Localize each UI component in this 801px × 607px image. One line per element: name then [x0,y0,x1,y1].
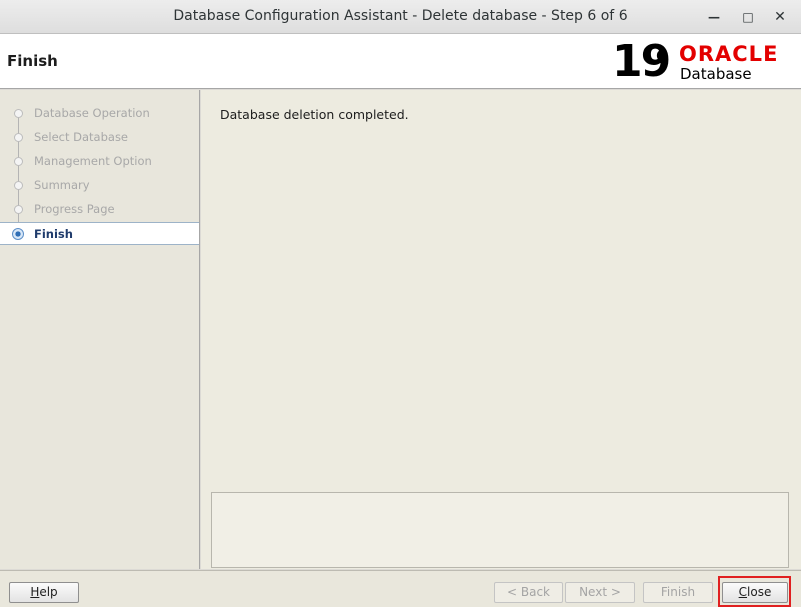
sidebar-item-label: Finish [34,227,73,241]
back-button[interactable]: < Back [494,582,563,603]
main-panel: Database deletion completed. [201,90,801,569]
logo-product: Database [680,65,752,83]
help-label-rest: elp [39,585,58,599]
sidebar-item-summary: Summary [0,174,199,197]
close-mnemonic: C [738,585,748,599]
sidebar-item-finish: Finish [0,222,199,245]
sidebar-item-label: Management Option [34,154,152,168]
steps-sidebar: Database Operation Select Database Manag… [0,90,200,569]
step-header: Finish 19 c ORACLE Database [0,34,801,89]
close-window-icon[interactable]: ✕ [771,8,789,26]
sidebar-item-management-option: Management Option [0,150,199,173]
sidebar-item-label: Progress Page [34,202,115,216]
finish-button[interactable]: Finish [643,582,713,603]
current-step-icon [12,228,24,240]
help-button[interactable]: Help [9,582,79,603]
logo-version-suffix: c [656,42,668,66]
close-button[interactable]: Close [722,582,788,603]
step-dot-icon [14,205,23,214]
window-title: Database Configuration Assistant - Delet… [173,8,628,24]
sidebar-item-progress-page: Progress Page [0,198,199,221]
oracle-logo: ORACLE [679,42,779,66]
step-dot-icon [14,157,23,166]
sidebar-item-select-database: Select Database [0,126,199,149]
help-mnemonic: H [30,585,40,599]
window-titlebar: Database Configuration Assistant - Delet… [0,0,801,34]
status-message: Database deletion completed. [220,107,409,122]
button-bar: Help < Back Next > Finish Close [0,570,801,607]
minimize-icon[interactable]: — [705,8,723,26]
next-button[interactable]: Next > [565,582,635,603]
step-dot-icon [14,109,23,118]
sidebar-item-label: Select Database [34,130,129,144]
sidebar-item-label: Database Operation [34,106,150,120]
close-label-rest: lose [747,585,772,599]
step-dot-icon [14,133,23,142]
details-text-area[interactable] [211,492,789,568]
sidebar-item-database-operation: Database Operation [0,102,199,125]
page-title: Finish [7,52,58,70]
maximize-icon[interactable]: □ [739,8,757,26]
step-dot-icon [14,181,23,190]
sidebar-item-label: Summary [34,178,90,192]
